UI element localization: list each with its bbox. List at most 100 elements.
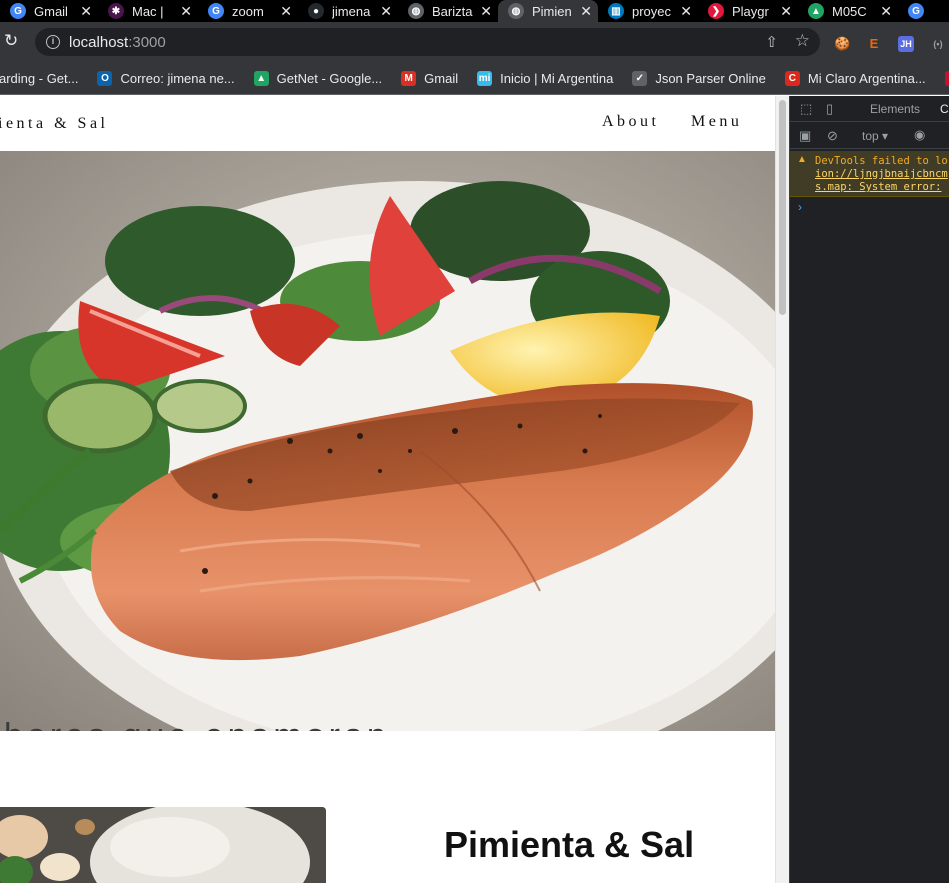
tab-close-icon[interactable]: ✕ (180, 3, 192, 20)
bookmark-item[interactable]: M Gmail (401, 70, 459, 86)
tab-strip: G Gmail ✕ ✱ Mac | ✕ Gzoom ✕ ● jimena ✕ ◍ Barizta ✕ ◍ P… (0, 0, 949, 22)
reload-icon[interactable]: ↻ (4, 32, 22, 50)
address-bar[interactable]: i localhost:3000 ⇧ ☆ (35, 28, 820, 56)
share-icon[interactable]: ⇧ (765, 33, 778, 51)
devtools-tab-console[interactable]: C (940, 102, 949, 116)
json-parser-icon: ✓ (632, 70, 648, 86)
browser-tab[interactable]: ✱ Mac | ✕ (98, 0, 198, 22)
bookmark-item[interactable]: O Correo: jimena ne... (97, 70, 235, 86)
claro-icon: C (784, 70, 800, 86)
warning-text-line: s.map: System error: (815, 181, 942, 193)
browser-tab[interactable]: ▲ M05C ✕ (798, 0, 898, 22)
warning-icon: ▲ (797, 154, 807, 165)
tab-close-icon[interactable]: ✕ (780, 3, 792, 20)
browser-tab[interactable]: G Gmail ✕ (0, 0, 98, 22)
bookmark-star-icon[interactable]: ☆ (795, 31, 810, 51)
bookmarks-bar: arding - Get... O Correo: jimena ne... ▲ Get… (0, 62, 949, 95)
devtools-tab-elements[interactable]: Elements (870, 102, 920, 116)
bookmark-item[interactable]: ▲ GetNet - Google... (253, 70, 383, 86)
tab-close-icon[interactable]: ✕ (680, 3, 692, 20)
bookmark-item[interactable]: ⁙Mi (944, 70, 949, 86)
browser-tab[interactable]: ❯ Playgr ✕ (698, 0, 798, 22)
bookmark-item[interactable]: ✓ Json Parser Online (632, 70, 766, 86)
about-section-title: Pimienta & Sal (444, 824, 695, 865)
clear-console-icon[interactable]: ⊘ (827, 129, 838, 143)
extension-icon[interactable]: (•) (930, 36, 946, 52)
flour-eggs-photo (0, 807, 326, 883)
bookmark-label: Json Parser Online (655, 70, 766, 86)
console-prompt-icon[interactable]: › (798, 200, 802, 214)
tab-close-icon[interactable]: ✕ (280, 3, 292, 20)
device-toolbar-icon[interactable]: ▯ (826, 102, 833, 116)
tab-title: Pimien (532, 3, 572, 19)
bookmark-label: Inicio | Mi Argentina (500, 70, 614, 86)
globe-icon: ◍ (508, 3, 524, 19)
drive-icon: ▲ (253, 70, 269, 86)
tab-title: M05C (832, 3, 867, 19)
tab-title: Mac | (132, 3, 164, 19)
bookmark-label: arding - Get... (0, 70, 79, 86)
warning-text-line: DevTools failed to lo (815, 155, 948, 167)
address-url[interactable]: localhost:3000 (69, 34, 166, 51)
bookmark-item[interactable]: arding - Get... (0, 71, 78, 86)
outlook-icon: O (97, 70, 113, 86)
sidebar-toggle-icon[interactable]: ▣ (799, 129, 811, 143)
tab-close-icon[interactable]: ✕ (80, 3, 92, 20)
jh-extension-icon[interactable]: JH (898, 36, 914, 52)
tab-title: proyec (632, 3, 672, 19)
bookmark-label: GetNet - Google... (276, 70, 383, 86)
browser-tab[interactable]: ◍ Barizta ✕ (398, 0, 498, 22)
tab-title: Barizta (432, 3, 473, 19)
warning-source-link[interactable]: ion://ljngjbnaijcbncm (815, 168, 948, 180)
bookmark-label: Correo: jimena ne... (120, 70, 235, 86)
bookmark-item[interactable]: mi Inicio | Mi Argentina (477, 70, 614, 86)
site-navbar: ienta & Sal About Menu (0, 96, 775, 152)
browser-tab[interactable]: ● jimena ✕ (298, 0, 398, 22)
inspect-element-icon[interactable]: ⬚ (800, 102, 812, 116)
google-icon: G (10, 3, 26, 19)
live-expression-eye-icon[interactable]: ◉ (914, 128, 925, 142)
about-section-image (0, 807, 326, 883)
tab-close-icon[interactable]: ✕ (880, 3, 892, 20)
drive-icon: ▲ (808, 3, 824, 19)
browser-tab[interactable]: ▥ proyec ✕ (598, 0, 698, 22)
browser-toolbar: ↻ i localhost:3000 ⇧ ☆ 🍪 E JH (•) (0, 22, 949, 62)
cookie-icon[interactable]: 🍪 (834, 36, 850, 52)
bookmark-label: Gmail (424, 70, 459, 86)
nav-link-menu[interactable]: Menu (691, 113, 742, 131)
hero-image: bores que enamoran (0, 151, 775, 731)
tab-title: Playgr (732, 3, 769, 19)
trello-icon: ▥ (608, 3, 624, 19)
console-toolbar: ▣ ⊘ top ▾ ◉ (790, 123, 949, 149)
tab-close-icon[interactable]: ✕ (380, 3, 392, 20)
tab-close-icon[interactable]: ✕ (580, 3, 592, 20)
browser-tab[interactable]: ◍ Pimien ✕ (498, 0, 598, 22)
tab-close-icon[interactable]: ✕ (480, 3, 492, 20)
page-scrollbar[interactable] (775, 96, 789, 883)
mi-icon: ⁙ (944, 70, 949, 86)
tab-title: zoom (232, 3, 264, 19)
bookmark-item[interactable]: C Mi Claro Argentina... (784, 70, 926, 86)
github-icon: ● (308, 3, 324, 19)
globe-icon: ◍ (408, 3, 424, 19)
etsy-icon[interactable]: E (866, 36, 882, 52)
tab-title: Gmail (34, 3, 68, 19)
devtools-tab-bar: ⬚ ▯ Elements C (790, 96, 949, 122)
browser-tab[interactable]: G (898, 0, 949, 22)
slack-icon: ✱ (108, 3, 124, 19)
bookmark-label: Mi Claro Argentina... (807, 70, 926, 86)
site-info-icon[interactable]: i (46, 35, 60, 49)
gmail-icon: M (401, 70, 417, 86)
nav-link-about[interactable]: About (602, 113, 660, 131)
browser-tab[interactable]: Gzoom ✕ (198, 0, 298, 22)
playground-icon: ❯ (708, 3, 724, 19)
site-brand[interactable]: ienta & Sal (0, 115, 108, 133)
tab-title: jimena (332, 3, 371, 19)
devtools-panel: ⬚ ▯ Elements C ▣ ⊘ top ▾ ◉ ▲ DevTools fa… (789, 96, 949, 883)
salmon-plate-photo (0, 151, 775, 731)
hero-tagline: bores que enamoran (4, 717, 390, 731)
context-selector[interactable]: top ▾ (862, 129, 888, 143)
google-icon: G (908, 3, 924, 19)
scrollbar-thumb[interactable] (779, 100, 786, 315)
google-icon: G (208, 3, 224, 19)
